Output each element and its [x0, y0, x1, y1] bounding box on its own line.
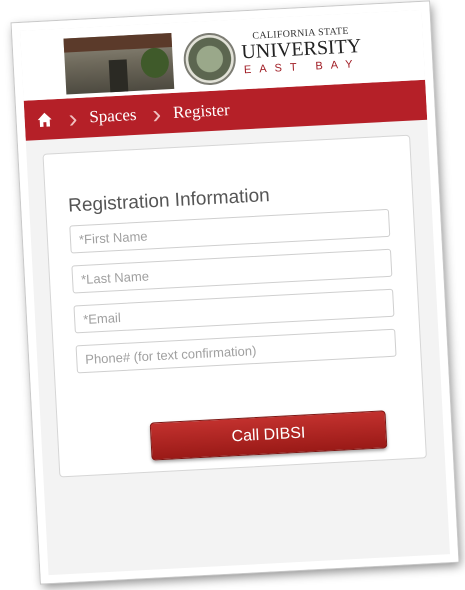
breadcrumb-label-register[interactable]: Register — [173, 100, 231, 123]
university-seal-icon — [182, 31, 238, 87]
breadcrumb-item-spaces[interactable]: › Spaces — [52, 102, 137, 134]
email-field[interactable] — [73, 288, 395, 334]
breadcrumb-label-spaces[interactable]: Spaces — [89, 105, 137, 127]
phone-field[interactable] — [75, 328, 397, 374]
page-title: Registration Information — [67, 185, 271, 217]
call-dibsi-button[interactable]: Call DIBSI — [149, 410, 388, 461]
university-logo[interactable]: CALIFORNIA STATE UNIVERSITY EAST BAY — [240, 25, 362, 77]
breadcrumb-home[interactable] — [36, 111, 53, 128]
chevron-right-icon: › — [151, 98, 162, 130]
first-name-field[interactable] — [69, 208, 391, 254]
campus-photo-tree — [140, 47, 170, 79]
app-frame: CALIFORNIA STATE UNIVERSITY EAST BAY › S… — [11, 1, 459, 584]
home-icon[interactable] — [36, 111, 53, 128]
registration-panel: Registration Information Call DIBSI — [42, 134, 427, 478]
campus-photo-door — [108, 59, 129, 93]
campus-photo — [63, 32, 175, 95]
last-name-field[interactable] — [71, 248, 393, 294]
breadcrumb-item-register[interactable]: › Register — [136, 97, 231, 130]
chevron-right-icon: › — [67, 103, 79, 134]
